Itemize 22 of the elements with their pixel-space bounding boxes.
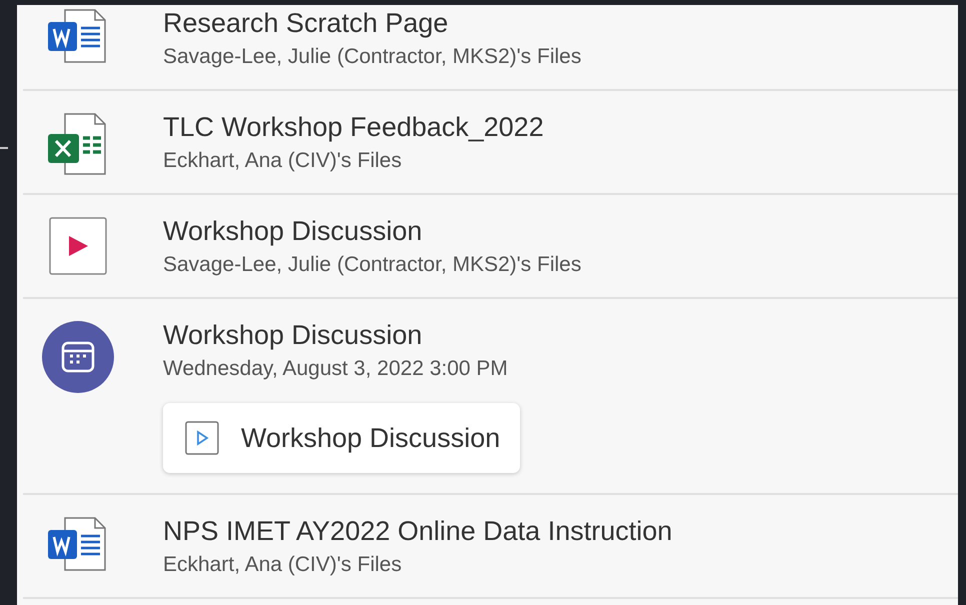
play-icon [185, 421, 219, 455]
result-item[interactable]: Workshop Discussion Wednesday, August 3, 2022 3:00 PM Workshop Discussion [23, 299, 958, 495]
result-item[interactable]: Research Scratch Page Savage-Lee, Julie (Contractor, MKS2)'s Files [23, 5, 958, 91]
item-title: Workshop Discussion [163, 215, 422, 248]
item-subtitle: Wednesday, August 3, 2022 3:00 PM [163, 356, 508, 382]
result-item[interactable]: TLC Workshop Feedback_2022 Eckhart, Ana (CIV)'s Files [23, 91, 958, 195]
recording-button[interactable]: Workshop Discussion [163, 403, 520, 473]
result-item[interactable]: Workshop Discussion Savage-Lee, Julie (Contractor, MKS2)'s Files [23, 195, 958, 299]
word-document-icon [47, 9, 109, 63]
item-title: Research Scratch Page [163, 7, 448, 40]
item-title: NPS IMET AY2022 Online Data Instruction [163, 515, 672, 548]
item-title: Workshop Discussion [163, 319, 422, 352]
item-subtitle: Savage-Lee, Julie (Contractor, MKS2)'s Files [163, 44, 582, 70]
item-subtitle: Eckhart, Ana (CIV)'s Files [163, 552, 402, 578]
result-item[interactable]: NPS IMET AY2022 Online Data Instruction Eckhart, Ana (CIV)'s Files [23, 495, 958, 599]
video-icon [49, 217, 107, 275]
item-subtitle: Eckhart, Ana (CIV)'s Files [163, 148, 402, 174]
spreadsheet-icon [47, 113, 109, 175]
item-title: TLC Workshop Feedback_2022 [163, 111, 544, 144]
calendar-icon [42, 321, 114, 393]
item-subtitle: Savage-Lee, Julie (Contractor, MKS2)'s Files [163, 252, 582, 278]
word-document-icon [47, 517, 109, 571]
